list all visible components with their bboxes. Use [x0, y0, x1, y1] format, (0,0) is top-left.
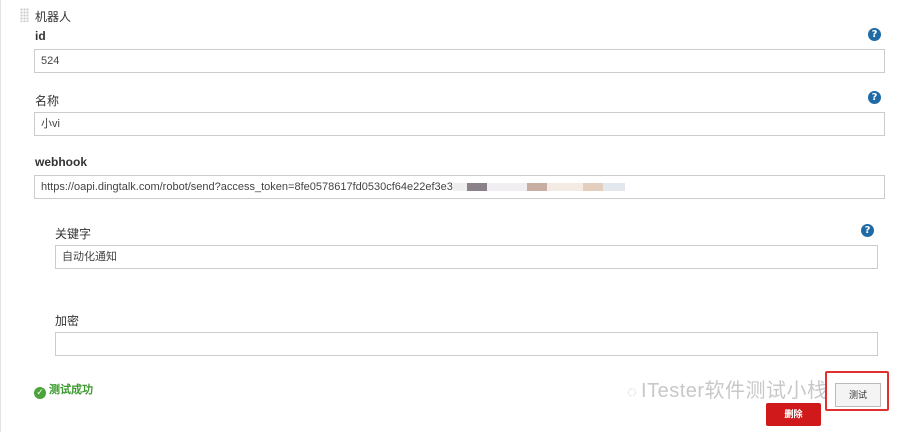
highlight-box — [825, 371, 889, 411]
test-status: ✓ 测试成功 — [34, 381, 93, 399]
id-label: id — [35, 29, 46, 43]
help-icon[interactable]: ? — [868, 28, 881, 41]
section-title: 机器人 — [35, 10, 72, 24]
check-circle-icon: ✓ — [34, 387, 46, 399]
redaction-mask — [546, 183, 583, 192]
robot-config-panel: 机器人 id ? 524 名称 ? 小vi webhook https://oa… — [0, 0, 900, 432]
wechat-icon: ◌ — [627, 384, 638, 401]
status-text: 测试成功 — [49, 384, 93, 396]
webhook-input[interactable]: https://oapi.dingtalk.com/robot/send?acc… — [34, 175, 885, 199]
help-icon[interactable]: ? — [861, 224, 874, 237]
help-icon[interactable]: ? — [868, 91, 881, 104]
webhook-label: webhook — [35, 155, 88, 169]
keyword-label: 关键字 — [55, 227, 92, 241]
redaction-mask — [582, 183, 603, 192]
secret-label: 加密 — [55, 314, 80, 328]
keyword-input[interactable]: 自动化通知 — [55, 245, 878, 269]
secret-input[interactable] — [55, 332, 878, 356]
redaction-mask — [486, 183, 527, 192]
name-input[interactable]: 小vi — [34, 112, 885, 136]
webhook-value: https://oapi.dingtalk.com/robot/send?acc… — [41, 181, 453, 193]
redaction-mask — [602, 183, 625, 192]
delete-button[interactable]: 删除 — [766, 403, 821, 426]
watermark: ◌ ITester软件测试小栈 — [627, 374, 828, 403]
redaction-mask — [452, 183, 467, 192]
id-input[interactable]: 524 — [34, 49, 885, 73]
watermark-text: ITester软件测试小栈 — [641, 380, 828, 402]
redaction-mask — [466, 183, 487, 192]
name-label: 名称 — [35, 94, 60, 108]
redaction-mask — [526, 183, 547, 192]
drag-handle[interactable] — [20, 8, 29, 22]
